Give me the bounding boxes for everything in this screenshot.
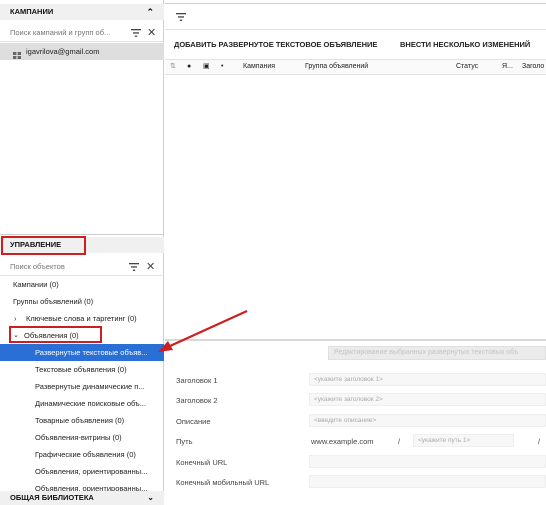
annotation-arrow [158,309,248,352]
